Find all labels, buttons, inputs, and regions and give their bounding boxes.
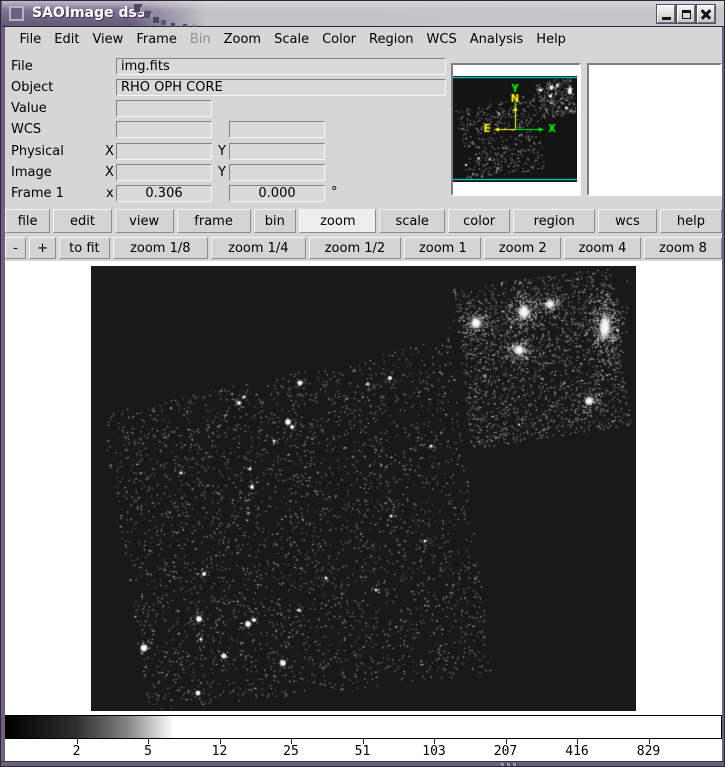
tab-edit[interactable]: edit [53, 209, 111, 233]
colorbar[interactable] [5, 715, 722, 739]
degree-symbol: ° [331, 185, 338, 200]
titlebar[interactable]: SAOImage ds9 [2, 1, 725, 27]
image-x-field[interactable] [116, 164, 212, 181]
colorbar-tick-label: 51 [355, 744, 371, 759]
toolbar-categories: file edit view frame bin zoom scale colo… [5, 207, 722, 235]
colorbar-gradient [6, 716, 721, 738]
panner[interactable] [451, 63, 581, 196]
menu-view[interactable]: View [86, 32, 130, 47]
wcs-field-1[interactable] [116, 121, 212, 138]
window-title: SAOImage ds9 [32, 1, 147, 26]
menu-frame[interactable]: Frame [130, 32, 184, 47]
colorbar-tick-label: 25 [283, 744, 299, 759]
ds9-window: SAOImage ds9 File Edit View Frame Bin [0, 0, 725, 767]
maximize-icon [682, 10, 691, 19]
physical-label: Physical [11, 144, 64, 159]
zoom-1-button[interactable]: zoom 1 [404, 237, 481, 259]
colorbar-tick-label: 829 [637, 744, 660, 759]
zoom-1-4-button[interactable]: zoom 1/4 [211, 237, 306, 259]
physical-y-field[interactable] [229, 143, 325, 160]
object-label: Object [11, 80, 53, 95]
colorbar-tick-label: 2 [73, 744, 81, 759]
colorbar-tick-label: 5 [144, 744, 152, 759]
info-row-value: Value [5, 100, 455, 118]
zoom-2-button[interactable]: zoom 2 [484, 237, 561, 259]
frame-zoom-label: x [106, 186, 114, 201]
image-display-area[interactable] [5, 261, 722, 715]
file-field[interactable]: img.fits [116, 58, 446, 75]
zoom-fit-button[interactable]: to fit [59, 237, 109, 259]
resize-grip[interactable] [501, 763, 519, 767]
window-icon [9, 6, 24, 21]
physical-y-label: Y [218, 144, 226, 159]
wcs-field-2[interactable] [229, 121, 325, 138]
zoom-out-button[interactable]: - [5, 237, 26, 259]
colorbar-tick-area: 25122551103207416829 [5, 739, 722, 761]
colorbar-tick-label: 103 [422, 744, 445, 759]
info-row-frame: Frame 1 x 0.306 0.000 ° [5, 185, 455, 203]
tab-color[interactable]: color [448, 209, 510, 233]
minimize-icon [662, 17, 671, 20]
frame-rotation-field[interactable]: 0.000 [229, 185, 325, 202]
file-label: File [11, 59, 33, 74]
maximize-button[interactable] [677, 5, 695, 23]
info-row-image: Image X Y [5, 164, 455, 182]
star-image-canvas[interactable] [91, 266, 636, 711]
zoom-1-8-button[interactable]: zoom 1/8 [113, 237, 208, 259]
colorbar-tick-label: 416 [565, 744, 588, 759]
tab-frame[interactable]: frame [177, 209, 251, 233]
magnifier[interactable] [587, 63, 722, 196]
zoom-in-button[interactable]: + [29, 237, 56, 259]
colorbar-tick-label: 12 [212, 744, 228, 759]
tab-file[interactable]: file [5, 209, 50, 233]
tab-scale[interactable]: scale [379, 209, 444, 233]
info-panel: File img.fits Object RHO OPH CORE Value … [5, 52, 722, 207]
tab-help[interactable]: help [660, 209, 722, 233]
image-label: Image [11, 165, 52, 180]
zoom-1-2-button[interactable]: zoom 1/2 [309, 237, 402, 259]
menu-scale[interactable]: Scale [268, 32, 316, 47]
info-row-object: Object RHO OPH CORE [5, 79, 455, 97]
value-field[interactable] [116, 100, 212, 117]
value-label: Value [11, 101, 47, 116]
wcs-label: WCS [11, 122, 41, 137]
tab-bin[interactable]: bin [254, 209, 297, 233]
image-y-field[interactable] [229, 164, 325, 181]
tab-region[interactable]: region [513, 209, 595, 233]
colorbar-tick-label: 207 [494, 744, 517, 759]
zoom-8-button[interactable]: zoom 8 [644, 237, 722, 259]
frame-label: Frame 1 [11, 186, 64, 201]
panner-canvas[interactable] [453, 76, 577, 182]
image-x-label: X [105, 165, 114, 180]
info-row-wcs: WCS [5, 121, 455, 139]
menu-bin: Bin [183, 32, 217, 47]
tab-view[interactable]: view [115, 209, 174, 233]
menu-region[interactable]: Region [363, 32, 421, 47]
menu-zoom[interactable]: Zoom [217, 32, 267, 47]
object-field[interactable]: RHO OPH CORE [116, 79, 446, 96]
menu-color[interactable]: Color [316, 32, 363, 47]
toolbar-zoom-actions: - + to fit zoom 1/8 zoom 1/4 zoom 1/2 zo… [5, 235, 722, 261]
physical-x-label: X [105, 144, 114, 159]
window-border-bottom [2, 761, 725, 767]
tab-zoom[interactable]: zoom [299, 209, 376, 233]
physical-x-field[interactable] [116, 143, 212, 160]
image-y-label: Y [218, 165, 226, 180]
tab-wcs[interactable]: wcs [598, 209, 657, 233]
menubar: File Edit View Frame Bin Zoom Scale Colo… [5, 27, 722, 52]
menu-edit[interactable]: Edit [48, 32, 86, 47]
minimize-button[interactable] [657, 5, 675, 23]
frame-zoom-field[interactable]: 0.306 [116, 185, 212, 202]
menu-help[interactable]: Help [530, 32, 573, 47]
zoom-4-button[interactable]: zoom 4 [564, 237, 641, 259]
info-row-physical: Physical X Y [5, 143, 455, 161]
menu-analysis[interactable]: Analysis [463, 32, 530, 47]
close-button[interactable] [697, 5, 715, 23]
info-row-file: File img.fits [5, 58, 455, 76]
menu-file[interactable]: File [13, 32, 48, 47]
menu-wcs[interactable]: WCS [420, 32, 463, 47]
